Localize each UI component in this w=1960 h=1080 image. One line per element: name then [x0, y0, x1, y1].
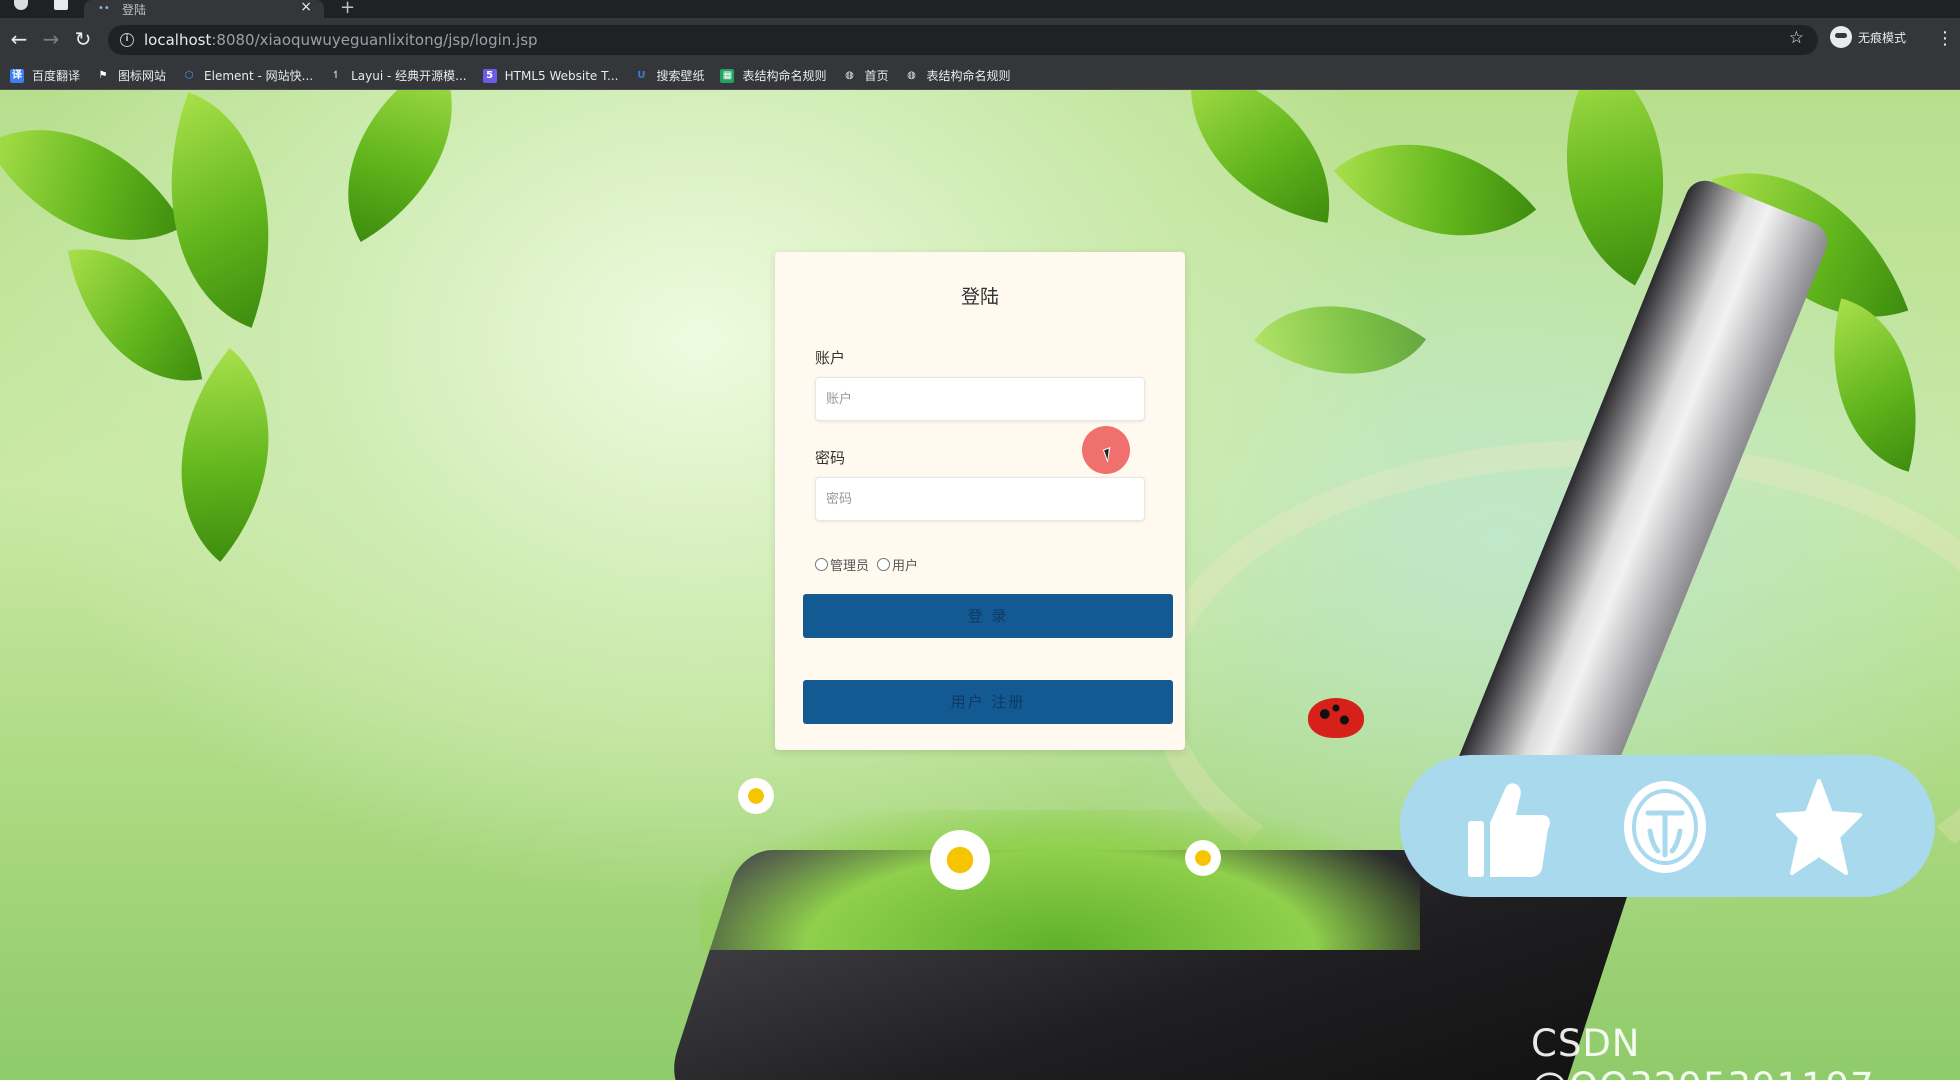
bookmarks-bar: 译百度翻译 ⚑ 图标网站 ⬡ Element - 网站快... ↿ Layui - 经… [0, 62, 1960, 90]
incognito-profile[interactable]: 无痕模式 [1830, 26, 1906, 48]
leaf-decoration [67, 231, 203, 399]
browser-logo-icon [14, 0, 28, 10]
leaf-decoration [1253, 258, 1427, 422]
thumbs-up-icon[interactable] [1466, 781, 1550, 879]
password-input[interactable] [815, 477, 1145, 521]
leaf-decoration [300, 90, 500, 242]
account-label: 账户 [815, 349, 846, 367]
grass-decoration [700, 810, 1420, 950]
role-admin-radio[interactable]: 管理员 [815, 555, 869, 574]
bookmark-star-icon[interactable]: ☆ [1789, 28, 1804, 48]
login-title: 登陆 [960, 286, 999, 308]
site-info-icon[interactable]: i [120, 33, 134, 47]
login-card: 登陆 账户 密码 管理员 用户 登 录 用户 注册 [775, 252, 1185, 750]
leaf-decoration [1802, 298, 1948, 472]
layui-icon: ↿ [331, 69, 341, 81]
tab-login[interactable]: •• 登陆 × [84, 0, 324, 18]
browser-toolbar: ← → ↻ i localhost:8080/xiaoquwuyeguanlix… [0, 18, 1960, 62]
bookmark-item[interactable]: ↿ Layui - 经典开源模... [329, 67, 467, 84]
password-label: 密码 [815, 449, 846, 467]
translate-icon: 译 [10, 68, 24, 83]
html5-icon: 5 [482, 68, 497, 83]
daisy-decoration [1185, 840, 1221, 876]
leaf-decoration [120, 348, 330, 562]
window-icon [54, 0, 68, 10]
bookmark-item[interactable]: 5 HTML5 Website T... [482, 68, 618, 83]
bookmark-item[interactable]: U 搜索壁纸 [634, 67, 704, 84]
action-overlay [1400, 755, 1935, 897]
register-button[interactable]: 用户 注册 [803, 680, 1173, 724]
globe-icon: ◍ [907, 69, 916, 81]
bookmark-item[interactable]: ◍ 表结构命名规则 [905, 67, 1010, 84]
account-input[interactable] [815, 377, 1145, 421]
bookmark-item[interactable]: 译百度翻译 [10, 67, 80, 84]
radio-circle-icon[interactable] [877, 558, 891, 571]
radio-circle-icon[interactable] [815, 558, 828, 571]
close-tab-icon[interactable]: × [300, 0, 312, 14]
ladybug-decoration [1308, 698, 1364, 738]
favorite-star-icon[interactable] [1776, 777, 1862, 877]
url-path: :8080/xiaoquwuyeguanlixitong/jsp/login.j… [211, 31, 538, 49]
loading-icon: •• [98, 3, 110, 14]
daisy-decoration [930, 830, 990, 890]
daisy-decoration [738, 778, 774, 814]
login-button[interactable]: 登 录 [803, 594, 1173, 638]
csdn-watermark: CSDN @QQ3295391197 [1531, 1022, 1874, 1080]
role-radio-group: 管理员 用户 [815, 555, 926, 574]
bookmark-item[interactable]: ⬡ Element - 网站快... [182, 67, 313, 84]
incognito-icon [1830, 26, 1852, 48]
leaf-decoration [1333, 90, 1537, 294]
browser-tab-strip: •• 登陆 × + [0, 0, 1960, 18]
forward-icon[interactable]: → [38, 26, 64, 52]
new-tab-button[interactable]: + [340, 0, 355, 18]
menu-icon[interactable]: ⋮ [1936, 26, 1954, 52]
address-bar[interactable]: i localhost:8080/xiaoquwuyeguanlixitong/… [108, 25, 1818, 55]
bookmark-item[interactable]: ▦ 表结构命名规则 [720, 67, 826, 84]
element-icon: ⬡ [184, 69, 194, 81]
wallpaper-icon: U [637, 69, 646, 81]
role-admin-label: 管理员 [830, 559, 870, 574]
role-user-radio[interactable]: 用户 [877, 555, 918, 574]
globe-icon: ◍ [845, 69, 854, 81]
profile-label: 无痕模式 [1858, 30, 1907, 45]
back-icon[interactable]: ← [6, 26, 32, 52]
tab-title: 登陆 [122, 2, 147, 17]
coin-icon[interactable] [1622, 779, 1708, 875]
url-host: localhost [144, 31, 212, 49]
bookmark-item[interactable]: ◍ 首页 [842, 67, 888, 84]
bookmark-item[interactable]: ⚑ 图标网站 [96, 67, 167, 84]
leaf-decoration [1169, 90, 1351, 223]
role-user-label: 用户 [892, 559, 919, 574]
sheet-icon: ▦ [720, 68, 735, 83]
reload-icon[interactable]: ↻ [70, 26, 96, 52]
flag-icon: ⚑ [98, 69, 108, 81]
